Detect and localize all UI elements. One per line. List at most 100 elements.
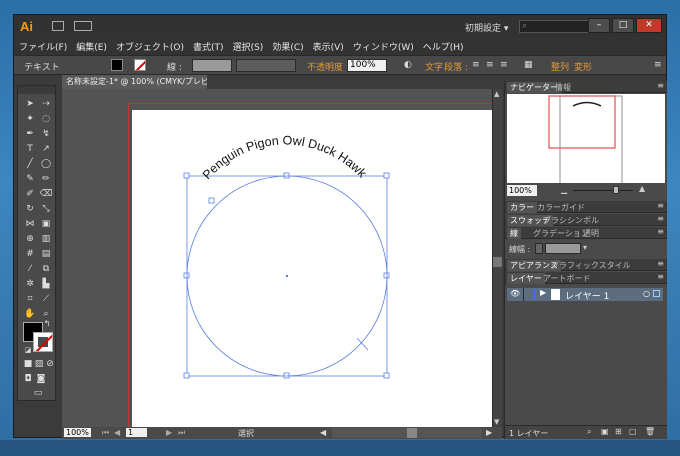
rotate-tool-icon[interactable]: ↻ bbox=[23, 203, 37, 215]
maximize-button[interactable]: □ bbox=[612, 18, 634, 33]
appearance-panel-menu-icon[interactable]: ≡ bbox=[657, 259, 664, 268]
tab-graphic-styles[interactable]: グラフィックスタイル bbox=[551, 260, 631, 271]
mesh-tool-icon[interactable]: # bbox=[23, 248, 37, 260]
close-button[interactable]: ✕ bbox=[636, 18, 662, 33]
menu-edit[interactable]: 編集(E) bbox=[76, 40, 107, 53]
curvature-tool-icon[interactable]: ↯ bbox=[39, 128, 53, 140]
navigator-zoom-slider[interactable] bbox=[573, 190, 633, 191]
paragraph-panel-link[interactable]: 段落 : bbox=[444, 60, 468, 73]
hand-tool-icon[interactable]: ✋ bbox=[23, 308, 37, 320]
bounding-handle-br[interactable] bbox=[383, 372, 390, 379]
menu-effect[interactable]: 効果(C) bbox=[272, 40, 303, 53]
tab-stroke[interactable]: 線 bbox=[507, 228, 521, 239]
stroke-panel-menu-icon[interactable]: ≡ bbox=[657, 227, 664, 236]
control-bar-menu-icon[interactable]: ≡ bbox=[654, 60, 662, 70]
artboard-number-field[interactable]: 1 bbox=[126, 428, 148, 437]
align-panel-link[interactable]: 整列 bbox=[551, 60, 569, 73]
layer-visibility-icon[interactable]: 👁 bbox=[510, 289, 520, 298]
stroke-color-box[interactable] bbox=[33, 332, 53, 352]
tab-gradient[interactable]: グラデーション bbox=[533, 228, 589, 239]
bridge-icon[interactable] bbox=[52, 21, 64, 31]
pen-tool-icon[interactable]: ✒ bbox=[23, 128, 37, 140]
arrange-documents-icon[interactable] bbox=[74, 21, 92, 31]
screen-mode-icon[interactable]: ▭ bbox=[31, 387, 45, 399]
navigator-preview[interactable] bbox=[507, 94, 665, 185]
scroll-down-icon[interactable]: ▼ bbox=[494, 418, 499, 426]
artboard-tool-icon[interactable]: ⌗ bbox=[23, 293, 37, 305]
type-tool-icon[interactable]: T bbox=[23, 143, 37, 155]
default-colors-icon[interactable]: ◪ bbox=[21, 344, 35, 356]
magic-wand-tool-icon[interactable]: ✦ bbox=[23, 113, 37, 125]
tab-symbols[interactable]: シンボル bbox=[567, 215, 599, 226]
zoom-out-icon[interactable]: ▁ bbox=[561, 185, 567, 194]
blend-tool-icon[interactable]: ⧉ bbox=[39, 263, 53, 275]
hscroll-right-icon[interactable]: ▶ bbox=[486, 428, 492, 437]
color-panel-menu-icon[interactable]: ≡ bbox=[657, 201, 664, 210]
selection-tool-icon[interactable]: ➤ bbox=[23, 98, 37, 110]
stroke-weight-label[interactable]: 線 : bbox=[167, 60, 182, 73]
align-left-icon[interactable]: ≡ bbox=[472, 60, 480, 70]
artwork-svg[interactable]: Penguin Pigon Owl Duck Hawk bbox=[132, 110, 497, 427]
symbol-sprayer-tool-icon[interactable]: ✲ bbox=[23, 278, 37, 290]
none-mode-icon[interactable]: ⊘ bbox=[43, 358, 57, 370]
layer-expand-icon[interactable]: ▶ bbox=[540, 288, 546, 297]
search-input[interactable]: ⌕ bbox=[519, 20, 594, 33]
layer-row[interactable]: 👁 ▶ レイヤー 1 ○ bbox=[507, 288, 663, 302]
line-tool-icon[interactable]: ╱ bbox=[23, 158, 37, 170]
document-tab[interactable]: 名称未設定-1* @ 100% (CMYK/プレビュー) × bbox=[62, 75, 207, 89]
workspace-switcher[interactable]: 初期設定 ▾ bbox=[465, 21, 508, 34]
menu-view[interactable]: 表示(V) bbox=[313, 40, 344, 53]
transform-panel-link[interactable]: 変形 bbox=[574, 60, 592, 73]
menu-object[interactable]: オブジェクト(O) bbox=[116, 40, 184, 53]
minimize-button[interactable]: – bbox=[588, 18, 610, 33]
menu-help[interactable]: ヘルプ(H) bbox=[423, 40, 464, 53]
new-layer-icon[interactable]: ▢ bbox=[629, 427, 637, 436]
layer-name[interactable]: レイヤー 1 bbox=[565, 289, 609, 302]
menu-file[interactable]: ファイル(F) bbox=[19, 40, 67, 53]
tab-navigator[interactable]: ナビゲーター bbox=[507, 82, 561, 93]
navigator-zoom-knob[interactable] bbox=[613, 186, 619, 194]
blob-brush-tool-icon[interactable]: ✐ bbox=[23, 188, 37, 200]
gradient-tool-icon[interactable]: ▤ bbox=[39, 248, 53, 260]
tools-panel-grip[interactable] bbox=[18, 86, 55, 94]
tab-color[interactable]: カラー bbox=[507, 202, 537, 213]
isolation-icon[interactable]: ▦ bbox=[524, 60, 533, 70]
navigator-zoom-field[interactable]: 100% bbox=[507, 185, 537, 196]
bounding-handle-tl[interactable] bbox=[183, 172, 190, 179]
pencil-tool-icon[interactable]: ✏ bbox=[39, 173, 53, 185]
swap-colors-icon[interactable]: ↰ bbox=[40, 318, 54, 330]
variable-width-dropdown[interactable] bbox=[236, 59, 296, 72]
tab-info[interactable]: 情報 bbox=[555, 82, 571, 93]
slice-tool-icon[interactable]: ⟋ bbox=[39, 293, 53, 305]
first-artboard-icon[interactable]: ⏮ bbox=[102, 428, 109, 438]
tab-color-guide[interactable]: カラーガイド bbox=[537, 202, 585, 213]
eraser-tool-icon[interactable]: ⌫ bbox=[39, 188, 53, 200]
opacity-input[interactable]: 100% bbox=[347, 59, 387, 72]
paintbrush-tool-icon[interactable]: ✎ bbox=[23, 173, 37, 185]
new-sublayer-icon[interactable]: ⊞ bbox=[615, 427, 622, 436]
vertical-scrollbar[interactable]: ▲ ▼ bbox=[492, 89, 502, 427]
opacity-label[interactable]: 不透明度 : bbox=[307, 60, 349, 73]
artboard[interactable]: Penguin Pigon Owl Duck Hawk bbox=[132, 110, 497, 427]
layer-target-icon[interactable]: ○ bbox=[643, 289, 650, 298]
draw-behind-icon[interactable]: ◙ bbox=[34, 373, 48, 385]
bounding-handle-ml[interactable] bbox=[183, 272, 190, 279]
path-type-bracket-end[interactable] bbox=[356, 337, 369, 351]
next-artboard-icon[interactable]: ▶ bbox=[166, 428, 172, 437]
stroke-weight-dropdown[interactable] bbox=[192, 59, 232, 72]
bounding-handle-bl[interactable] bbox=[183, 372, 190, 379]
hscroll-left-icon[interactable]: ◀ bbox=[320, 428, 326, 437]
shape-builder-tool-icon[interactable]: ⊕ bbox=[23, 233, 37, 245]
menu-select[interactable]: 選択(S) bbox=[233, 40, 264, 53]
current-tool-status[interactable]: 選択 bbox=[238, 428, 254, 439]
canvas-area[interactable]: Penguin Pigon Owl Duck Hawk bbox=[62, 89, 499, 427]
stroke-weight-stepper[interactable] bbox=[535, 243, 543, 254]
horizontal-scroll-thumb[interactable] bbox=[407, 428, 417, 438]
scroll-up-icon[interactable]: ▲ bbox=[494, 90, 499, 98]
fill-color-swatch[interactable] bbox=[111, 59, 123, 71]
layers-panel-menu-icon[interactable]: ≡ bbox=[657, 272, 664, 281]
character-panel-link[interactable]: 文字 bbox=[425, 60, 443, 73]
direct-selection-tool-icon[interactable]: ⇢ bbox=[39, 98, 53, 110]
last-artboard-icon[interactable]: ⏭ bbox=[178, 428, 185, 438]
stroke-weight-dropdown-icon[interactable]: ▾ bbox=[583, 243, 587, 252]
